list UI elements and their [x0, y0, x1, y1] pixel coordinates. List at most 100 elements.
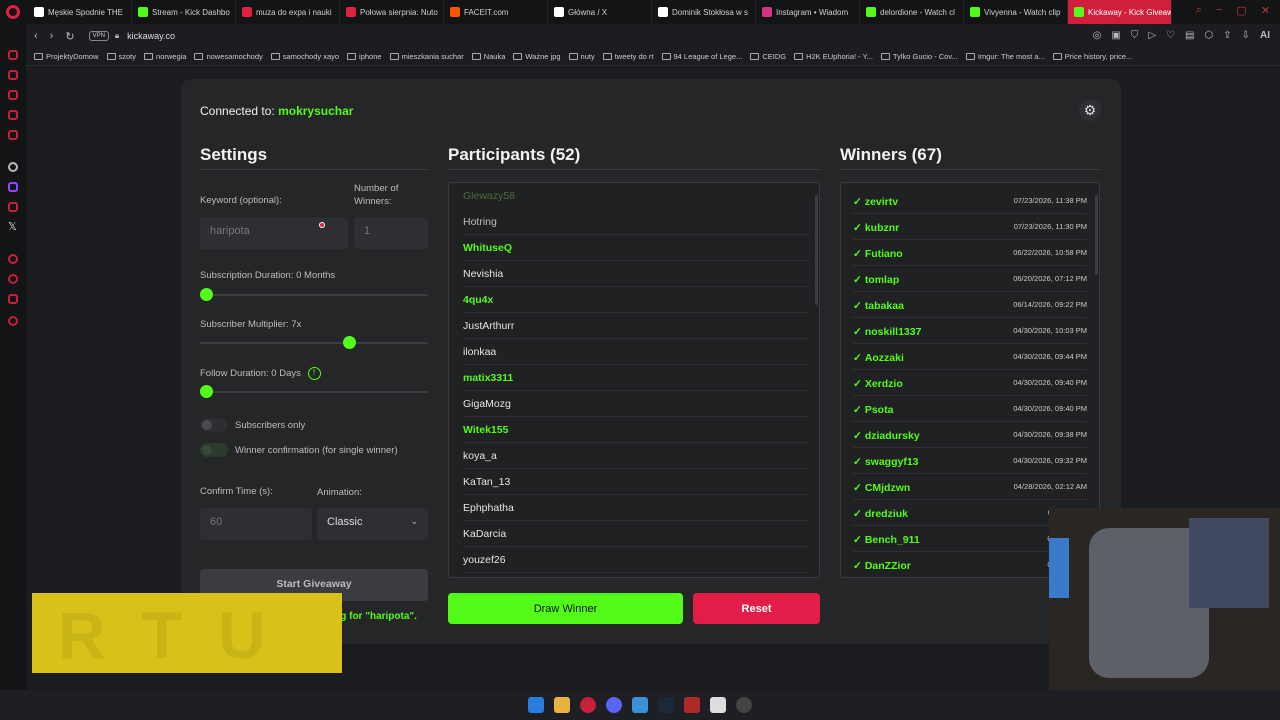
scrollbar[interactable]	[1095, 195, 1098, 275]
browser-tab[interactable]: Stream - Kick Dashbo	[132, 0, 236, 24]
participant-row[interactable]: Hotring	[463, 209, 809, 235]
steam-icon[interactable]	[658, 697, 674, 713]
keyword-input[interactable]: haripota	[200, 217, 348, 249]
close-icon[interactable]: ✕	[1261, 4, 1270, 17]
browser-tab[interactable]: Vivyenna - Watch clip	[964, 0, 1068, 24]
camera-icon[interactable]: ◎	[1093, 30, 1102, 41]
reset-button[interactable]: Reset	[693, 593, 820, 624]
confirm-time-input[interactable]: 60	[200, 508, 312, 540]
bookmark-item[interactable]: tweety do rt	[602, 52, 654, 61]
winner-row[interactable]: ✓ CMjdzwn 04/28/2026, 02:12 AM	[853, 474, 1087, 500]
play-icon[interactable]: ▷	[1148, 30, 1156, 41]
heart-icon[interactable]: ♡	[1166, 30, 1175, 41]
opera-logo-icon[interactable]	[6, 5, 20, 19]
winner-row[interactable]: ✓ noskill1337 04/30/2026, 10:03 PM	[853, 318, 1087, 344]
ai-button[interactable]: AI	[1260, 30, 1270, 41]
winner-row[interactable]: ✓ Psota 04/30/2026, 09:40 PM	[853, 396, 1087, 422]
bookmark-item[interactable]: iphone	[347, 52, 382, 61]
opera-taskbar-icon[interactable]	[580, 697, 596, 713]
follow-duration-slider[interactable]	[200, 385, 428, 398]
browser-tab[interactable]: Połowa sierpnia: Nuto	[340, 0, 444, 24]
bookmark-item[interactable]: szoty	[106, 52, 136, 61]
bookmark-item[interactable]: mieszkania suchar	[389, 52, 464, 61]
vpn-badge[interactable]: VPN	[88, 31, 109, 41]
subscription-duration-slider[interactable]	[200, 288, 428, 301]
settings-icon[interactable]	[8, 316, 18, 326]
winner-row[interactable]: ✓ tomlap 06/20/2026, 07:12 PM	[853, 266, 1087, 292]
winner-row[interactable]: ✓ Futiano 06/22/2026, 10:58 PM	[853, 240, 1087, 266]
animation-select[interactable]: Classic ⌄	[317, 508, 428, 540]
sidebar-icon[interactable]	[8, 294, 18, 304]
draw-winner-button[interactable]: Draw Winner	[448, 593, 683, 624]
slider-handle[interactable]	[200, 385, 213, 398]
shield-icon[interactable]: ⛉	[1131, 30, 1139, 41]
back-icon[interactable]: ‹	[34, 30, 38, 43]
bookmark-item[interactable]: samochody xayo	[270, 52, 339, 61]
participant-row[interactable]: youzef26	[463, 547, 809, 573]
browser-tab[interactable]: Męskie Spodnie THE	[28, 0, 132, 24]
winner-row[interactable]: ✓ Xerdzio 04/30/2026, 09:40 PM	[853, 370, 1087, 396]
app-icon[interactable]	[684, 697, 700, 713]
sidebar-icon[interactable]	[8, 110, 18, 120]
participant-row[interactable]: ilonkaa	[463, 339, 809, 365]
participant-row[interactable]: KaDarcia	[463, 521, 809, 547]
info-icon[interactable]: !	[307, 367, 321, 380]
participants-list[interactable]: Glewazy58 Hotring WhituseQ Nevishia 4qu4x Jus…	[448, 182, 820, 578]
settings-gear-button[interactable]: ⚙	[1079, 99, 1101, 121]
sidebar-icon[interactable]	[8, 254, 18, 264]
participant-row[interactable]: KaTan_13	[463, 469, 809, 495]
app-icon[interactable]	[710, 697, 726, 713]
slider-handle[interactable]	[200, 288, 213, 301]
maximize-icon[interactable]: ▢	[1236, 4, 1246, 17]
browser-tab[interactable]: delordione - Watch cl	[860, 0, 964, 24]
participant-row[interactable]: Ephphatha	[463, 495, 809, 521]
extensions-icon[interactable]: ⬡	[1204, 30, 1213, 41]
chatgpt-icon[interactable]	[8, 162, 18, 172]
participant-row[interactable]: WhituseQ	[463, 235, 809, 261]
reload-icon[interactable]: ↻	[65, 30, 74, 43]
browser-tab[interactable]: Główna / X	[548, 0, 652, 24]
url-field[interactable]: kickaway.co	[127, 31, 175, 41]
sidebar-icon[interactable]	[8, 130, 18, 140]
winners-count-input[interactable]: 1	[354, 217, 428, 249]
bookmark-item[interactable]: Ważne jpg	[513, 52, 561, 61]
slider-handle[interactable]	[343, 336, 356, 349]
bookmark-item[interactable]: Tylko Gucio - Cov...	[880, 52, 958, 61]
browser-tab[interactable]: Instagram • Wiadom	[756, 0, 860, 24]
bookmark-item[interactable]: norwegia	[144, 52, 186, 61]
history-icon[interactable]	[8, 274, 18, 284]
bookmark-item[interactable]: H2K EUphoria! - Y...	[794, 52, 873, 61]
participant-row[interactable]: JustArthurr	[463, 313, 809, 339]
bookmark-item[interactable]: nowesamochody	[194, 52, 263, 61]
winner-row[interactable]: ✓ zevirtv 07/23/2026, 11:38 PM	[853, 188, 1087, 214]
download-icon[interactable]: ⇩	[1242, 30, 1250, 41]
winner-row[interactable]: ✓ swaggyf13 04/30/2026, 09:32 PM	[853, 448, 1087, 474]
browser-tab[interactable]: muza do expa i nauki	[236, 0, 340, 24]
search-tabs-icon[interactable]: ⌕	[1196, 4, 1202, 17]
twitch-icon[interactable]	[8, 182, 18, 192]
participant-row[interactable]: matix3311	[463, 365, 809, 391]
share-icon[interactable]: ⇪	[1223, 30, 1231, 41]
scrollbar[interactable]	[815, 195, 818, 305]
bookmark-item[interactable]: nuty	[568, 52, 595, 61]
wallet-icon[interactable]: ▤	[1185, 30, 1194, 41]
lock-icon[interactable]: 🔒︎	[115, 31, 119, 41]
browser-tab[interactable]: Dominik Stokłosa w s	[652, 0, 756, 24]
snapshot-icon[interactable]: ▣	[1111, 30, 1120, 41]
subscribers-only-toggle[interactable]	[200, 418, 228, 432]
subscriber-multiplier-slider[interactable]	[200, 336, 428, 349]
sidebar-icon[interactable]	[8, 202, 18, 212]
browser-tab[interactable]: FACEIT.com	[444, 0, 548, 24]
participant-row[interactable]: Witek155	[463, 417, 809, 443]
participant-row[interactable]: Nevishia	[463, 261, 809, 287]
sidebar-icon[interactable]	[8, 90, 18, 100]
participant-row[interactable]: koya_a	[463, 443, 809, 469]
participant-row[interactable]: 4qu4x	[463, 287, 809, 313]
app-icon[interactable]	[632, 697, 648, 713]
winner-row[interactable]: ✓ tabakaa 06/14/2026, 09:22 PM	[853, 292, 1087, 318]
winner-row[interactable]: ✓ Aozzaki 04/30/2026, 09:44 PM	[853, 344, 1087, 370]
bookmark-item[interactable]: Price history, price...	[1052, 52, 1132, 61]
bookmark-item[interactable]: Imgur: The most a...	[965, 52, 1045, 61]
winner-confirmation-toggle[interactable]	[200, 443, 228, 457]
sidebar-icon[interactable]	[8, 50, 18, 60]
